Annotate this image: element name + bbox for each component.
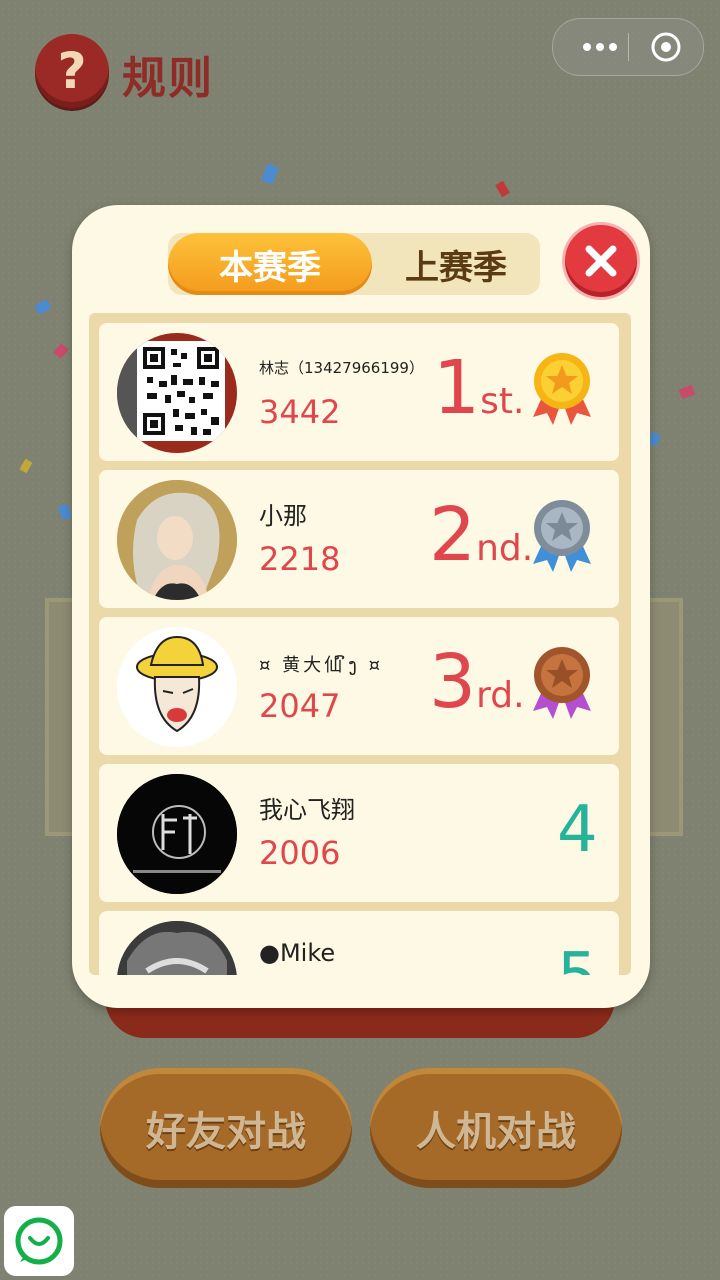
rules-button[interactable]: ? — [35, 34, 109, 108]
capsule-divider — [628, 33, 629, 61]
player-score: 3442 — [259, 393, 341, 431]
ranking-list[interactable]: 林志（13427966199） 3442 1st. 小那 2218 2nd. ¤… — [89, 313, 631, 975]
avatar — [117, 333, 237, 453]
player-score: 2047 — [259, 687, 341, 725]
gold-medal-icon — [533, 353, 591, 425]
ranking-modal: 本赛季 上赛季 林志（13427966199） 3442 1st. 小那 221… — [72, 205, 650, 1008]
rank-number: 1 — [433, 345, 481, 431]
player-name: ¤ 黄大仙ົງ ¤ — [259, 655, 384, 676]
friend-battle-button[interactable]: 好友对战 — [100, 1068, 352, 1188]
close-x-icon — [585, 245, 617, 277]
rank-suffix: st. — [480, 381, 525, 422]
ranking-row[interactable]: ●Mike 5 — [99, 911, 619, 975]
tab-last-season[interactable]: 上赛季 — [372, 233, 540, 295]
rank-suffix: nd. — [476, 528, 534, 569]
avatar — [117, 627, 237, 747]
rank-number: 2 — [429, 492, 477, 578]
rank-label: 2nd. — [429, 490, 533, 580]
player-name: ●Mike — [259, 939, 336, 967]
target-icon[interactable] — [650, 31, 682, 63]
player-name: 我心飞翔 — [259, 796, 355, 824]
more-dots-icon[interactable] — [575, 33, 625, 61]
tab-current-season[interactable]: 本赛季 — [168, 233, 372, 295]
question-icon: ? — [57, 42, 87, 100]
player-score: 2006 — [259, 834, 341, 872]
miniprogram-capsule — [552, 18, 704, 76]
ranking-row[interactable]: 林志（13427966199） 3442 1st. — [99, 323, 619, 461]
avatar — [117, 480, 237, 600]
ranking-row[interactable]: ¤ 黄大仙ົງ ¤ 2047 3rd. — [99, 617, 619, 755]
bronze-medal-icon — [533, 647, 591, 719]
rank-label: 3rd. — [429, 637, 525, 727]
rank-number: 5 — [557, 941, 598, 975]
season-tabs: 本赛季 上赛季 — [168, 233, 540, 295]
chat-icon — [15, 1217, 63, 1265]
ranking-row[interactable]: 我心飞翔 2006 4 — [99, 764, 619, 902]
avatar — [117, 921, 237, 975]
player-name: 小那 — [259, 502, 307, 530]
rules-label[interactable]: 规则 — [122, 42, 214, 106]
rank-number: 3 — [429, 639, 477, 725]
customer-service-button[interactable] — [4, 1206, 74, 1276]
ai-battle-button[interactable]: 人机对战 — [370, 1068, 622, 1188]
silver-medal-icon — [533, 500, 591, 572]
rank-label: 1st. — [433, 343, 524, 433]
avatar — [117, 774, 237, 894]
rank-suffix: rd. — [476, 675, 525, 716]
close-button[interactable] — [562, 222, 640, 300]
player-name: 林志（13427966199） — [259, 359, 424, 377]
rank-number: 4 — [557, 793, 598, 867]
ranking-row[interactable]: 小那 2218 2nd. — [99, 470, 619, 608]
player-score: 2218 — [259, 540, 341, 578]
